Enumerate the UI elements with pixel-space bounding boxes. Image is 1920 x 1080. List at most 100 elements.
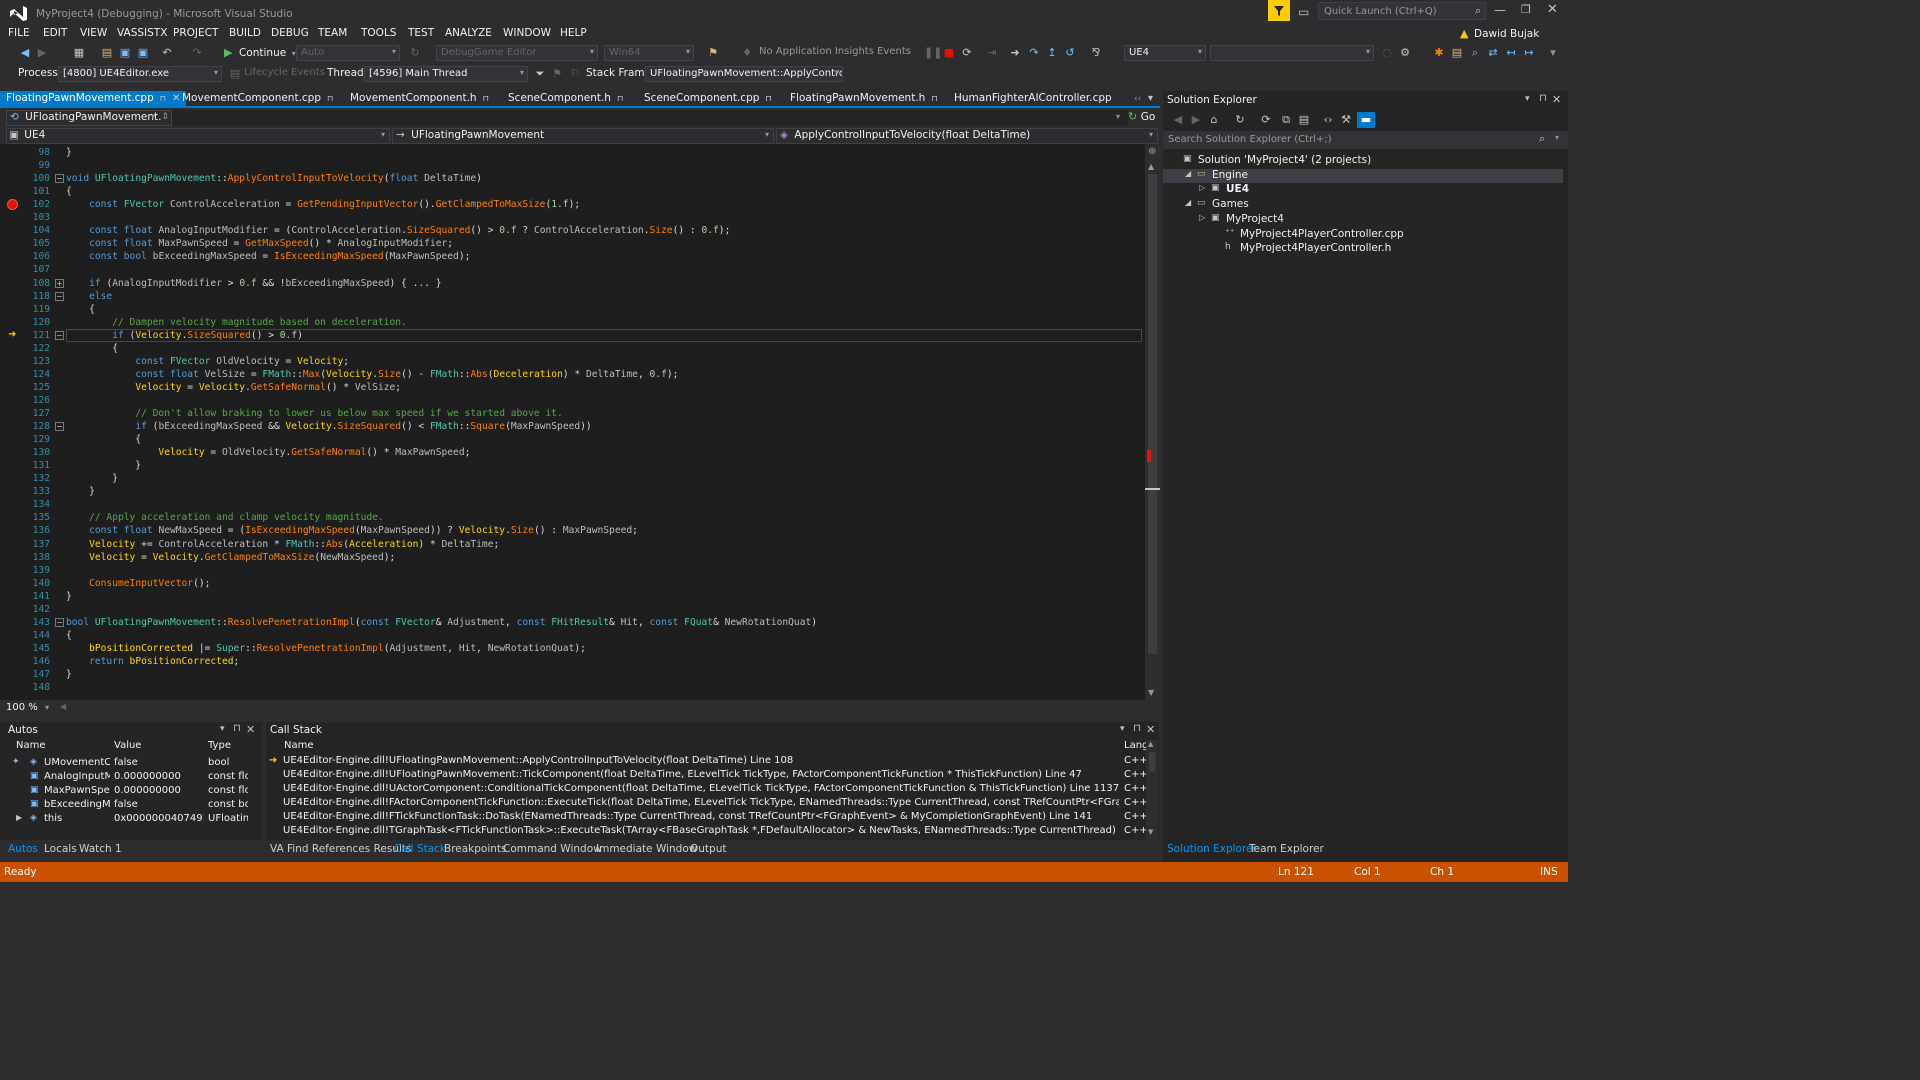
va-tool-icon[interactable]: ✱ [1432, 46, 1446, 60]
code-line[interactable]: 122 { [0, 342, 1145, 355]
show-next-statement-icon[interactable]: ⇥ [985, 46, 999, 60]
split-icon[interactable]: ⇕ [161, 112, 169, 122]
code-line[interactable]: 138 Velocity = Velocity.GetClampedToMaxS… [0, 551, 1145, 564]
tab-immediate-window[interactable]: Immediate Window [596, 843, 697, 855]
expand-icon[interactable]: ▶ [16, 813, 22, 822]
tab-floatingpawnmovement-h[interactable]: FloatingPawnMovement.h ⊓ [784, 91, 944, 106]
thread-filter-icon[interactable]: ⏷ [533, 67, 547, 81]
call-stack-row[interactable]: UE4Editor-Engine.dll!FActorComponentTick… [266, 797, 1146, 811]
pin-icon[interactable]: ⊓ [483, 94, 489, 103]
hex-display-icon[interactable]: ⅋ [1089, 46, 1103, 60]
go-button[interactable]: ↻ Go [1128, 110, 1158, 126]
pin-icon[interactable]: ⊓ [1133, 723, 1141, 734]
scope-dropdown-arrow[interactable]: ▾ [1116, 112, 1120, 121]
fold-toggle-icon[interactable]: − [55, 291, 64, 301]
code-line[interactable]: 108 if (AnalogInputModifier > 0.f && !bE… [0, 277, 1145, 290]
code-line[interactable]: 134 [0, 498, 1145, 511]
call-stack-row[interactable]: ➜ UE4Editor-Engine.dll!UFloatingPawnMovem… [266, 755, 1146, 769]
preview-selected-icon[interactable]: ▬ [1357, 112, 1375, 128]
tab-scroll-icon[interactable]: ‹‹ [1134, 94, 1141, 104]
save-all-icon[interactable]: ▣ [136, 46, 150, 60]
tab-watch-1[interactable]: Watch 1 [79, 843, 122, 855]
va-open-icon[interactable]: ▤ [1450, 46, 1464, 60]
project-nav-combo[interactable]: ▣ UE4 ▾ [6, 128, 390, 144]
save-icon[interactable]: ▣ [118, 46, 132, 60]
pin-icon[interactable]: ⊓ [1539, 93, 1547, 104]
menu-file[interactable]: FILE [8, 27, 30, 39]
code-line[interactable]: 119 { [0, 303, 1145, 316]
fold-toggle-icon[interactable]: − [55, 174, 64, 184]
redo-icon[interactable]: ↷ [190, 46, 204, 60]
code-line[interactable]: 140 ConsumeInputVector(); [0, 577, 1145, 590]
view-code-icon[interactable]: ‹› [1321, 113, 1335, 127]
filter-notification-icon[interactable] [1268, 0, 1290, 21]
process-combo[interactable]: [4800] UE4Editor.exe ▾ [58, 66, 222, 82]
close-panel-icon[interactable]: ✕ [246, 723, 255, 736]
tab-team-explorer[interactable]: Team Explorer [1249, 843, 1324, 855]
platform-combo[interactable]: Win64 ▾ [604, 45, 694, 61]
feedback-icon[interactable]: ▭ [1298, 5, 1309, 19]
menu-vassistx[interactable]: VASSISTX [117, 27, 167, 39]
thread-combo[interactable]: [4596] Main Thread ▾ [364, 66, 528, 82]
solution-item[interactable]: ▷ ▣ UE4 [1163, 183, 1563, 197]
stop-icon[interactable]: ■ [942, 46, 956, 60]
menu-help[interactable]: HELP [560, 27, 587, 39]
code-line[interactable]: 127 // Don't allow braking to lower us b… [0, 407, 1145, 420]
code-line[interactable]: 132 } [0, 472, 1145, 485]
solution-item[interactable]: ▷ ▣ MyProject4 [1163, 213, 1563, 227]
code-line[interactable]: 128 if (bExceedingMaxSpeed && Velocity.S… [0, 420, 1145, 433]
code-line[interactable]: 101 { [0, 185, 1145, 198]
expand-toggle-icon[interactable]: ◢ [1185, 198, 1191, 207]
toolbar-extra-icon[interactable]: ◌ [1380, 46, 1394, 60]
code-line[interactable]: 105 const float MaxPawnSpeed = GetMaxSpe… [0, 237, 1145, 250]
step-out-icon[interactable]: ↥ [1045, 46, 1059, 60]
solution-item[interactable]: ◢ ▭ Engine [1163, 168, 1563, 183]
code-line[interactable]: 100 void UFloatingPawnMovement::ApplyCont… [0, 172, 1145, 185]
code-line[interactable]: 102 const FVector ControlAcceleration = … [0, 198, 1145, 211]
menu-project[interactable]: PROJECT [173, 27, 218, 39]
code-line[interactable]: 141} [0, 590, 1145, 603]
editor-vertical-scrollbar[interactable]: ⊕ ▲ ▼ [1145, 144, 1160, 700]
home-icon[interactable]: ⌂ [1207, 113, 1221, 127]
close-panel-icon[interactable]: ✕ [1552, 93, 1561, 106]
close-panel-icon[interactable]: ✕ [1146, 723, 1155, 736]
menu-analyze[interactable]: ANALYZE [445, 27, 492, 39]
autos-row[interactable]: ◈ ✦ UMovementCo false bool [0, 757, 262, 771]
call-stack-row[interactable]: UE4Editor-Engine.dll!UActorComponent::Co… [266, 783, 1146, 797]
code-line[interactable]: 98} [0, 146, 1145, 159]
call-stack-row[interactable]: UE4Editor-Engine.dll!UFloatingPawnMoveme… [266, 769, 1146, 783]
code-line[interactable]: 142 [0, 603, 1145, 616]
tab-locals[interactable]: Locals [44, 843, 77, 855]
split-editor-icon[interactable]: ⊕ [1148, 146, 1156, 157]
tab-scenecomponent-cpp[interactable]: SceneComponent.cpp ⊓ [638, 91, 778, 106]
code-line[interactable]: 143 bool UFloatingPawnMovement::ResolvePe… [0, 616, 1145, 629]
code-line[interactable]: 137 Velocity += ControlAcceleration * FM… [0, 538, 1145, 551]
call-stack-row[interactable]: UE4Editor-Engine.dll!FTickFunctionTask::… [266, 811, 1146, 825]
code-line[interactable]: 104 const float AnalogInputModifier = (C… [0, 224, 1145, 237]
member-nav-combo[interactable]: ◈ ApplyControlInputToVelocity(float Delt… [776, 128, 1158, 144]
menu-tools[interactable]: TOOLS [361, 27, 396, 39]
minimize-button[interactable]: — [1494, 3, 1506, 17]
pin-icon[interactable]: ⊓ [233, 723, 241, 734]
tab-movementcomponent-cpp[interactable]: MovementComponent.cpp ⊓ [176, 91, 339, 106]
insights-label[interactable]: No Application Insights Events [759, 46, 911, 57]
menu-window[interactable]: WINDOW [503, 27, 551, 39]
solution-item[interactable]: ⁺⁺ MyProject4PlayerController.cpp [1163, 228, 1563, 242]
va-references-icon[interactable]: ⇄ [1486, 46, 1500, 60]
properties-icon[interactable]: ⚒ [1339, 113, 1353, 127]
code-line[interactable]: 118 else [0, 290, 1145, 303]
code-editor[interactable]: 98} 99 100 void UFloatingPawnMovement::Appl… [0, 144, 1145, 700]
restore-button[interactable]: ❐ [1521, 3, 1531, 16]
insights-icon[interactable]: ♦ [740, 46, 754, 60]
refresh-icon[interactable]: ⟳ [1259, 113, 1273, 127]
pin-icon[interactable]: ⊓ [931, 94, 937, 103]
fold-toggle-icon[interactable]: − [55, 422, 64, 432]
tab-call-stack[interactable]: Call Stack [394, 843, 446, 855]
step-over-icon[interactable]: ↷ [1027, 46, 1041, 60]
flag-toggle-icon[interactable]: ⚐ [568, 67, 582, 81]
step-into-icon[interactable]: ➜ [1008, 46, 1022, 60]
code-line[interactable]: 146 return bPositionCorrected; [0, 655, 1145, 668]
code-line[interactable]: 125 Velocity = Velocity.GetSafeNormal() … [0, 381, 1145, 394]
code-line[interactable]: 129 { [0, 433, 1145, 446]
fold-toggle-icon[interactable]: − [55, 330, 64, 340]
